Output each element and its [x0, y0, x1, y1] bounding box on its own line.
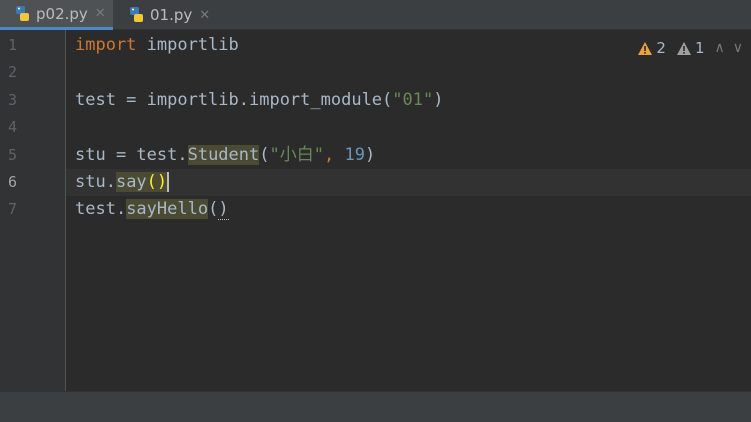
line-number: 5	[8, 146, 18, 164]
chevron-down-icon[interactable]: ∨	[733, 40, 743, 56]
code-text: stu.	[75, 172, 116, 192]
unresolved-reference: Student	[187, 145, 260, 165]
line-number: 2	[8, 63, 18, 81]
chevron-up-icon[interactable]: ∧	[715, 40, 725, 56]
line-number: 4	[8, 118, 18, 136]
text-caret	[167, 172, 170, 192]
inspection-widget[interactable]: 2 1 ∧ ∨	[637, 39, 751, 57]
code-text: importlib	[136, 35, 239, 55]
python-file-icon	[130, 7, 143, 22]
tab-01-py[interactable]: 01.py ✕	[114, 0, 219, 30]
line-number: 6	[8, 173, 18, 191]
code-line-3: test = importlib.import_module("01")	[75, 87, 443, 114]
tab-label: p02.py	[36, 4, 88, 23]
close-tab-icon[interactable]: ✕	[199, 8, 210, 23]
status-bar	[0, 391, 751, 422]
close-tab-icon[interactable]: ✕	[95, 6, 106, 21]
code-line-6: stu.say()	[75, 169, 170, 196]
weak-warnings-indicator[interactable]: 1	[676, 39, 705, 57]
line-number: 3	[8, 91, 18, 109]
code-line-7: test.sayHello()	[75, 196, 229, 223]
line-number: 1	[8, 36, 18, 54]
code-line-1: import importlib	[75, 32, 239, 59]
line-number-gutter: 1 2 3 4 5 6 7	[0, 30, 66, 391]
code-text: stu = test.	[75, 145, 188, 165]
code-editor[interactable]: 1 2 3 4 5 6 7 import importlib test = im…	[0, 30, 751, 391]
code-text: (	[259, 145, 270, 165]
weak-warnings-count: 1	[694, 39, 705, 57]
code-text: test = importlib.import_module(	[75, 90, 393, 110]
editor-tab-bar: p02.py ✕ 01.py ✕	[0, 0, 751, 30]
number-literal: 19	[344, 145, 365, 165]
keyword: import	[75, 35, 137, 55]
code-text: )	[364, 145, 376, 165]
comma: ,	[323, 145, 345, 165]
code-text: )	[218, 199, 229, 220]
weak-warning-icon	[676, 41, 691, 55]
tab-label: 01.py	[150, 6, 193, 24]
matched-parentheses: ()	[146, 172, 168, 192]
warning-icon	[638, 41, 653, 55]
warnings-count: 2	[656, 39, 666, 57]
string-literal: "01"	[392, 90, 434, 110]
code-line-5: stu = test.Student("小白", 19)	[75, 142, 375, 169]
code-text: )	[433, 90, 444, 110]
unresolved-reference: sayHello	[126, 199, 209, 219]
line-number: 7	[8, 200, 18, 218]
string-literal: "小白"	[269, 145, 324, 165]
code-text: (	[208, 199, 219, 219]
python-file-icon	[16, 5, 29, 21]
code-text: test.	[75, 199, 127, 219]
tab-p02-py[interactable]: p02.py ✕	[0, 0, 113, 30]
warnings-indicator[interactable]: 2	[637, 39, 666, 57]
unresolved-reference: say	[115, 172, 147, 192]
